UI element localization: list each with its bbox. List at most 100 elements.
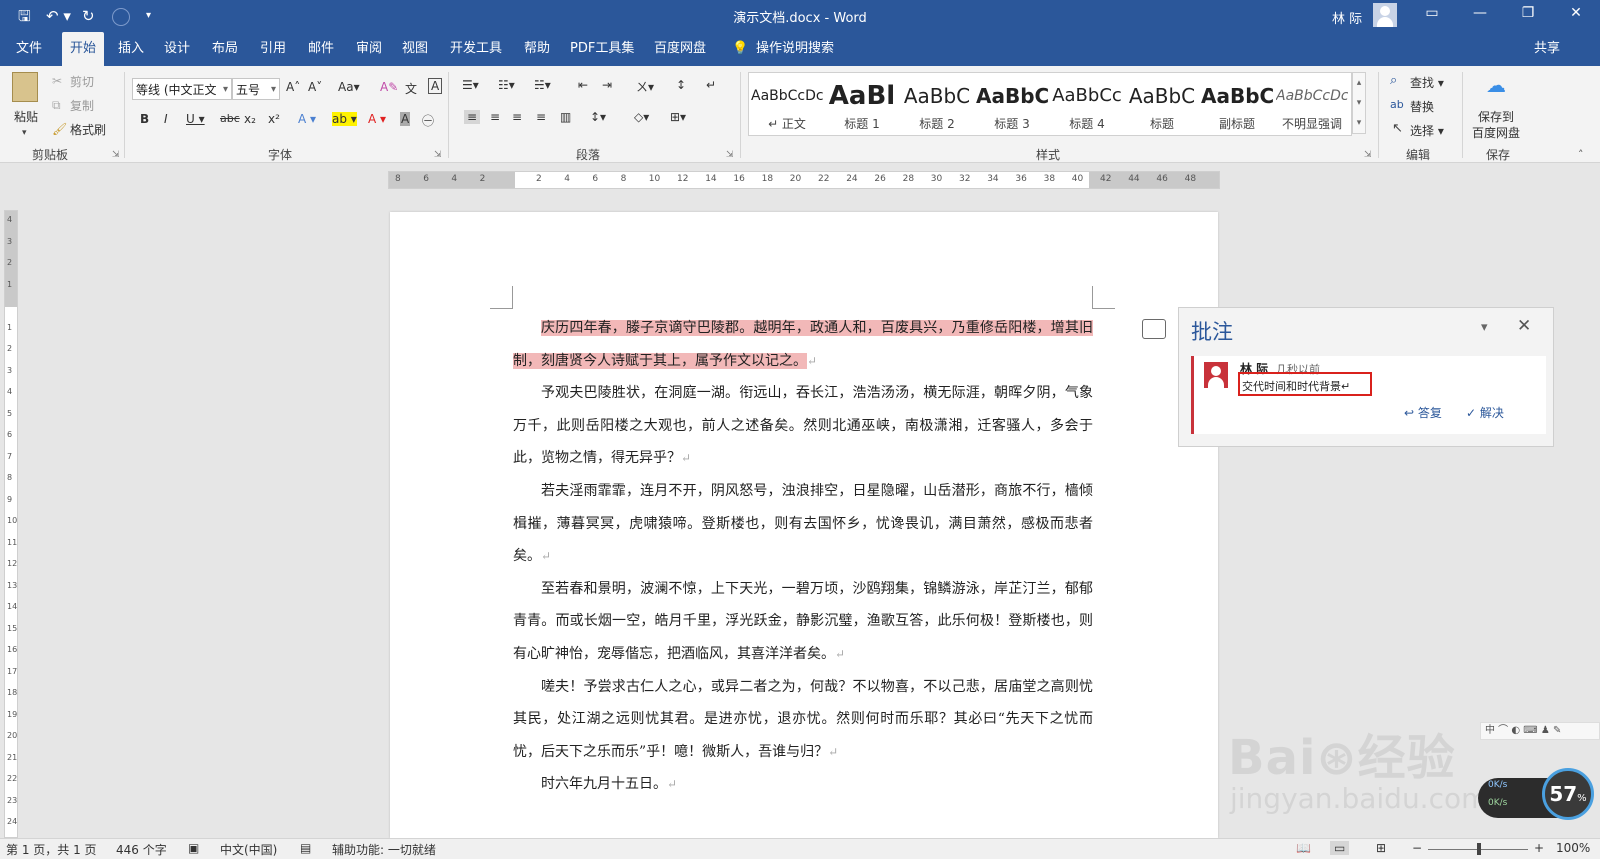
tab-developer[interactable]: 开发工具 (446, 32, 506, 66)
user-avatar-icon[interactable] (1373, 3, 1397, 27)
copy-button[interactable]: 复制 (70, 97, 94, 114)
web-layout-icon[interactable]: ⊞ (1376, 841, 1386, 855)
tab-view[interactable]: 视图 (398, 32, 432, 66)
clipboard-launcher-icon[interactable]: ⇲ (112, 146, 120, 164)
tell-me-search[interactable]: 操作说明搜索 (752, 32, 838, 66)
ime-icons[interactable]: 中 ⌒ ◐ ⌨ ♟ ✎ (1481, 725, 1561, 736)
language[interactable]: 中文(中国) (220, 841, 277, 858)
tab-review[interactable]: 审阅 (352, 32, 386, 66)
align-left-icon[interactable]: ≡ (464, 110, 481, 124)
highlight-icon[interactable]: ab ▾ (332, 112, 357, 126)
paste-icon[interactable] (12, 72, 38, 102)
paragraph[interactable]: 若夫淫雨霏霏，连月不开，阴风怒号，浊浪排空，日星隐曜，山岳潜形，商旅不行，樯倾楫… (513, 475, 1093, 573)
tab-file[interactable]: 文件 (12, 32, 46, 66)
styles-scroll-down-icon[interactable]: ▾ (1353, 93, 1365, 113)
justify-icon[interactable]: ≡ (536, 110, 546, 124)
paste-dropdown-icon[interactable]: ▾ (22, 124, 27, 142)
character-shading-icon[interactable]: A (400, 112, 411, 126)
styles-more-icon[interactable]: ▾ (1353, 113, 1365, 133)
vertical-ruler[interactable]: 4 3 2 1 1 2 3 4 5 6 7 8 9 10 11 12 13 14 15 16 17 18 19 20 21 22 2… (4, 210, 18, 838)
ribbon-display-icon[interactable]: ▭ (1420, 5, 1444, 21)
phonetic-guide-icon[interactable]: 文 (405, 80, 417, 97)
comment-balloon-icon[interactable] (1142, 319, 1166, 339)
memory-usage-gauge[interactable]: 57% (1542, 768, 1594, 820)
font-name-combo[interactable]: 等线 (中文正文 (132, 78, 232, 101)
tab-home[interactable]: 开始 (62, 32, 105, 66)
replace-button[interactable]: 替换 (1410, 98, 1434, 115)
accessibility-status[interactable]: 辅助功能: 一切就绪 (332, 841, 436, 858)
style-title[interactable]: AaBbC 标题 (1126, 73, 1198, 135)
zoom-slider-thumb[interactable] (1477, 843, 1481, 855)
font-size-combo[interactable]: 五号 (232, 78, 280, 101)
zoom-in-button[interactable]: + (1534, 841, 1544, 855)
show-marks-icon[interactable]: ↵ (706, 78, 716, 92)
zoom-level[interactable]: 100% (1556, 841, 1590, 855)
cut-button[interactable]: 剪切 (70, 73, 94, 90)
style-heading-3[interactable]: AaBbC 标题 3 (976, 73, 1048, 135)
borders-icon[interactable]: ⊞▾ (670, 110, 686, 124)
format-painter-button[interactable]: 格式刷 (70, 121, 106, 138)
style-heading-2[interactable]: AaBbC 标题 2 (901, 73, 973, 135)
chevron-down-icon[interactable]: ▾ (1481, 320, 1488, 335)
collapse-ribbon-icon[interactable]: ˄ (1578, 146, 1584, 164)
paragraph[interactable]: 嗟夫！予尝求古仁人之心，或异二者之为，何哉？不以物喜，不以己悲，居庙堂之高则忧其… (513, 671, 1093, 769)
paragraph-launcher-icon[interactable]: ⇲ (726, 146, 734, 164)
style-heading-1[interactable]: AaBl 标题 1 (826, 73, 898, 135)
shrink-font-icon[interactable]: A˅ (308, 80, 322, 94)
clear-formatting-icon[interactable]: A✎ (380, 80, 398, 94)
tab-baidu-netdisk[interactable]: 百度网盘 (650, 32, 710, 66)
italic-button[interactable]: I (164, 112, 168, 126)
tab-references[interactable]: 引用 (256, 32, 290, 66)
increase-indent-icon[interactable]: ⇥ (602, 78, 612, 92)
chinese-layout-icon[interactable]: ㄨ▾ (636, 78, 654, 95)
character-border-icon[interactable]: A (428, 78, 443, 94)
comment-card[interactable]: 林 际 几秒以前 交代时间和时代背景↵ ↩ 答复 ✓ 解决 (1191, 356, 1546, 434)
align-center-icon[interactable]: ≡ (490, 110, 500, 124)
styles-scrollbar[interactable]: ▴ ▾ ▾ (1352, 72, 1366, 134)
align-right-icon[interactable]: ≡ (512, 110, 522, 124)
distributed-icon[interactable]: ▥ (560, 110, 571, 124)
font-launcher-icon[interactable]: ⇲ (434, 146, 442, 164)
tab-pdf-tools[interactable]: PDF工具集 (566, 32, 638, 66)
style-heading-4[interactable]: AaBbCc 标题 4 (1051, 73, 1123, 135)
horizontal-ruler[interactable]: 8 6 4 2 2 4 6 8 10 12 14 16 18 20 22 24 26 28 30 32 34 36 38 40… (388, 171, 1220, 189)
minimize-button[interactable]: — (1468, 5, 1492, 21)
tab-layout[interactable]: 布局 (208, 32, 242, 66)
ime-toolbar[interactable]: 中 ⌒ ◐ ⌨ ♟ ✎ (1480, 722, 1600, 740)
styles-scroll-up-icon[interactable]: ▴ (1353, 73, 1365, 93)
proofing-icon[interactable]: ▣ (188, 841, 199, 855)
font-color-icon[interactable]: A ▾ (368, 112, 386, 126)
sort-icon[interactable]: ↕ (676, 78, 686, 92)
tab-insert[interactable]: 插入 (114, 32, 148, 66)
document-body[interactable]: 庆历四年春，滕子京谪守巴陵郡。越明年，政通人和，百废具兴，乃重修岳阳楼，增其旧制… (513, 312, 1093, 801)
text-effects-icon[interactable]: A ▾ (298, 112, 316, 126)
subscript-button[interactable]: x₂ (244, 112, 256, 126)
paste-button[interactable]: 粘贴 (14, 108, 38, 125)
paragraph[interactable]: 至若春和景明，波澜不惊，上下天光，一碧万顷，沙鸥翔集，锦鳞游泳，岸芷汀兰，郁郁青… (513, 573, 1093, 671)
baidu-netdisk-label[interactable]: 百度网盘 (1472, 124, 1520, 141)
numbering-icon[interactable]: ☷▾ (498, 78, 515, 92)
restore-button[interactable]: ❐ (1516, 5, 1540, 21)
bold-button[interactable]: B (140, 112, 149, 126)
page-count[interactable]: 第 1 页，共 1 页 (6, 841, 97, 858)
tab-design[interactable]: 设计 (160, 32, 194, 66)
style-subtle-emphasis[interactable]: AaBbCcDc 不明显强调 (1276, 73, 1348, 135)
style-subtitle[interactable]: AaBbC 副标题 (1201, 73, 1273, 135)
share-button[interactable]: 共享 (1530, 32, 1564, 66)
comment-text[interactable]: 交代时间和时代背景↵ (1242, 378, 1350, 394)
select-button[interactable]: 选择 ▾ (1410, 122, 1444, 139)
superscript-button[interactable]: x² (268, 112, 280, 126)
enclose-characters-icon[interactable]: ㊀ (422, 112, 434, 129)
tab-help[interactable]: 帮助 (520, 32, 554, 66)
baidu-netdisk-icon[interactable]: ☁ (1486, 75, 1506, 95)
decrease-indent-icon[interactable]: ⇤ (578, 78, 588, 92)
shading-icon[interactable]: ◇▾ (634, 110, 649, 124)
multilevel-list-icon[interactable]: ☵▾ (534, 78, 551, 92)
resolve-button[interactable]: ✓ 解决 (1466, 404, 1504, 421)
close-button[interactable]: ✕ (1564, 5, 1588, 21)
grow-font-icon[interactable]: A˄ (286, 80, 300, 94)
paragraph[interactable]: 予观夫巴陵胜状，在洞庭一湖。衔远山，吞长江，浩浩汤汤，横无际涯，朝晖夕阴，气象万… (513, 377, 1093, 475)
document-page[interactable]: 庆历四年春，滕子京谪守巴陵郡。越明年，政通人和，百废具兴，乃重修岳阳楼，增其旧制… (390, 212, 1218, 838)
line-spacing-icon[interactable]: ↕▾ (590, 110, 606, 124)
paragraph[interactable]: 庆历四年春，滕子京谪守巴陵郡。越明年，政通人和，百废具兴，乃重修岳阳楼，增其旧制… (513, 312, 1093, 377)
